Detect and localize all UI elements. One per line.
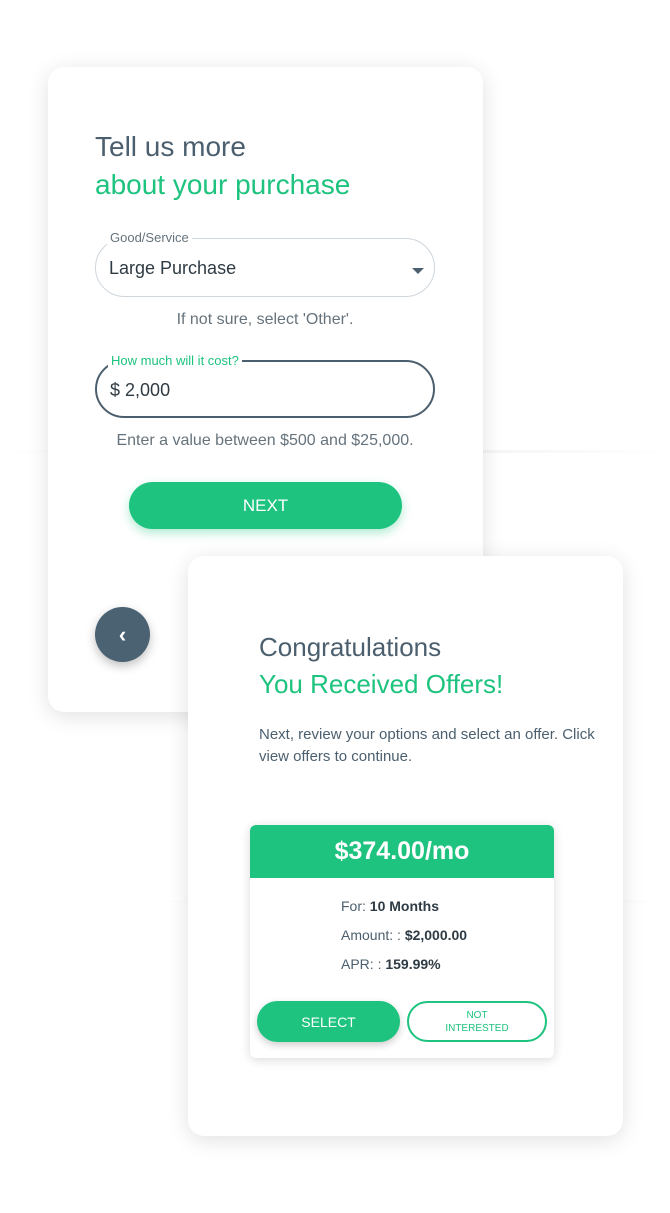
offer-apr: APR: : 159.99% (341, 956, 441, 972)
offers-heading: Congratulations You Received Offers! (259, 629, 503, 703)
chevron-left-icon: ‹ (118, 621, 127, 647)
offer-term-value: 10 Months (369, 898, 440, 914)
cost-input[interactable]: How much will it cost? $ 2,000 (95, 353, 435, 418)
offer-apr-value: 159.99% (385, 956, 441, 972)
cost-helper: Enter a value between $500 and $25,000. (116, 432, 414, 449)
good-service-value: Large Purchase (109, 258, 237, 278)
offer-apr-label: APR: : (341, 956, 386, 972)
currency-symbol: $ (110, 380, 121, 400)
not-interested-line-2: INTERESTED (445, 1022, 509, 1034)
good-service-helper: If not sure, select 'Other'. (176, 311, 354, 328)
back-button[interactable]: ‹ (95, 607, 150, 662)
offers-card: Congratulations You Received Offers! Nex… (188, 556, 623, 1136)
offers-heading-line-2: You Received Offers! (259, 669, 504, 699)
offer-term-label: For: (341, 898, 370, 914)
offer-amount: Amount: : $2,000.00 (341, 927, 467, 943)
select-offer-button[interactable]: SELECT (257, 1001, 400, 1042)
offers-heading-line-1: Congratulations (259, 632, 442, 662)
good-service-select[interactable]: Good/Service Large Purchase (95, 230, 435, 297)
offer-amount-value: $2,000.00 (404, 927, 468, 943)
offer-term: For: 10 Months (341, 898, 439, 914)
heading-line-1: Tell us more (95, 131, 246, 162)
next-button[interactable]: NEXT (129, 482, 402, 529)
cost-label: How much will it cost? (108, 353, 242, 369)
cost-value: $ 2,000 (110, 380, 170, 401)
good-service-label: Good/Service (107, 230, 192, 246)
not-interested-label: NOT INTERESTED (445, 1009, 508, 1035)
chevron-down-icon (412, 268, 424, 274)
offer-amount-label: Amount: : (341, 927, 405, 943)
not-interested-line-1: NOT (466, 1009, 488, 1021)
offers-description: Next, review your options and select an … (259, 726, 595, 765)
purchase-heading: Tell us more about your purchase (95, 128, 350, 204)
offer-price: $374.00/mo (250, 825, 554, 878)
cost-amount: 2,000 (125, 380, 171, 400)
heading-line-2: about your purchase (95, 169, 351, 200)
not-interested-button[interactable]: NOT INTERESTED (407, 1001, 547, 1042)
offer-card: $374.00/mo For: 10 Months Amount: : $2,0… (250, 825, 554, 1058)
